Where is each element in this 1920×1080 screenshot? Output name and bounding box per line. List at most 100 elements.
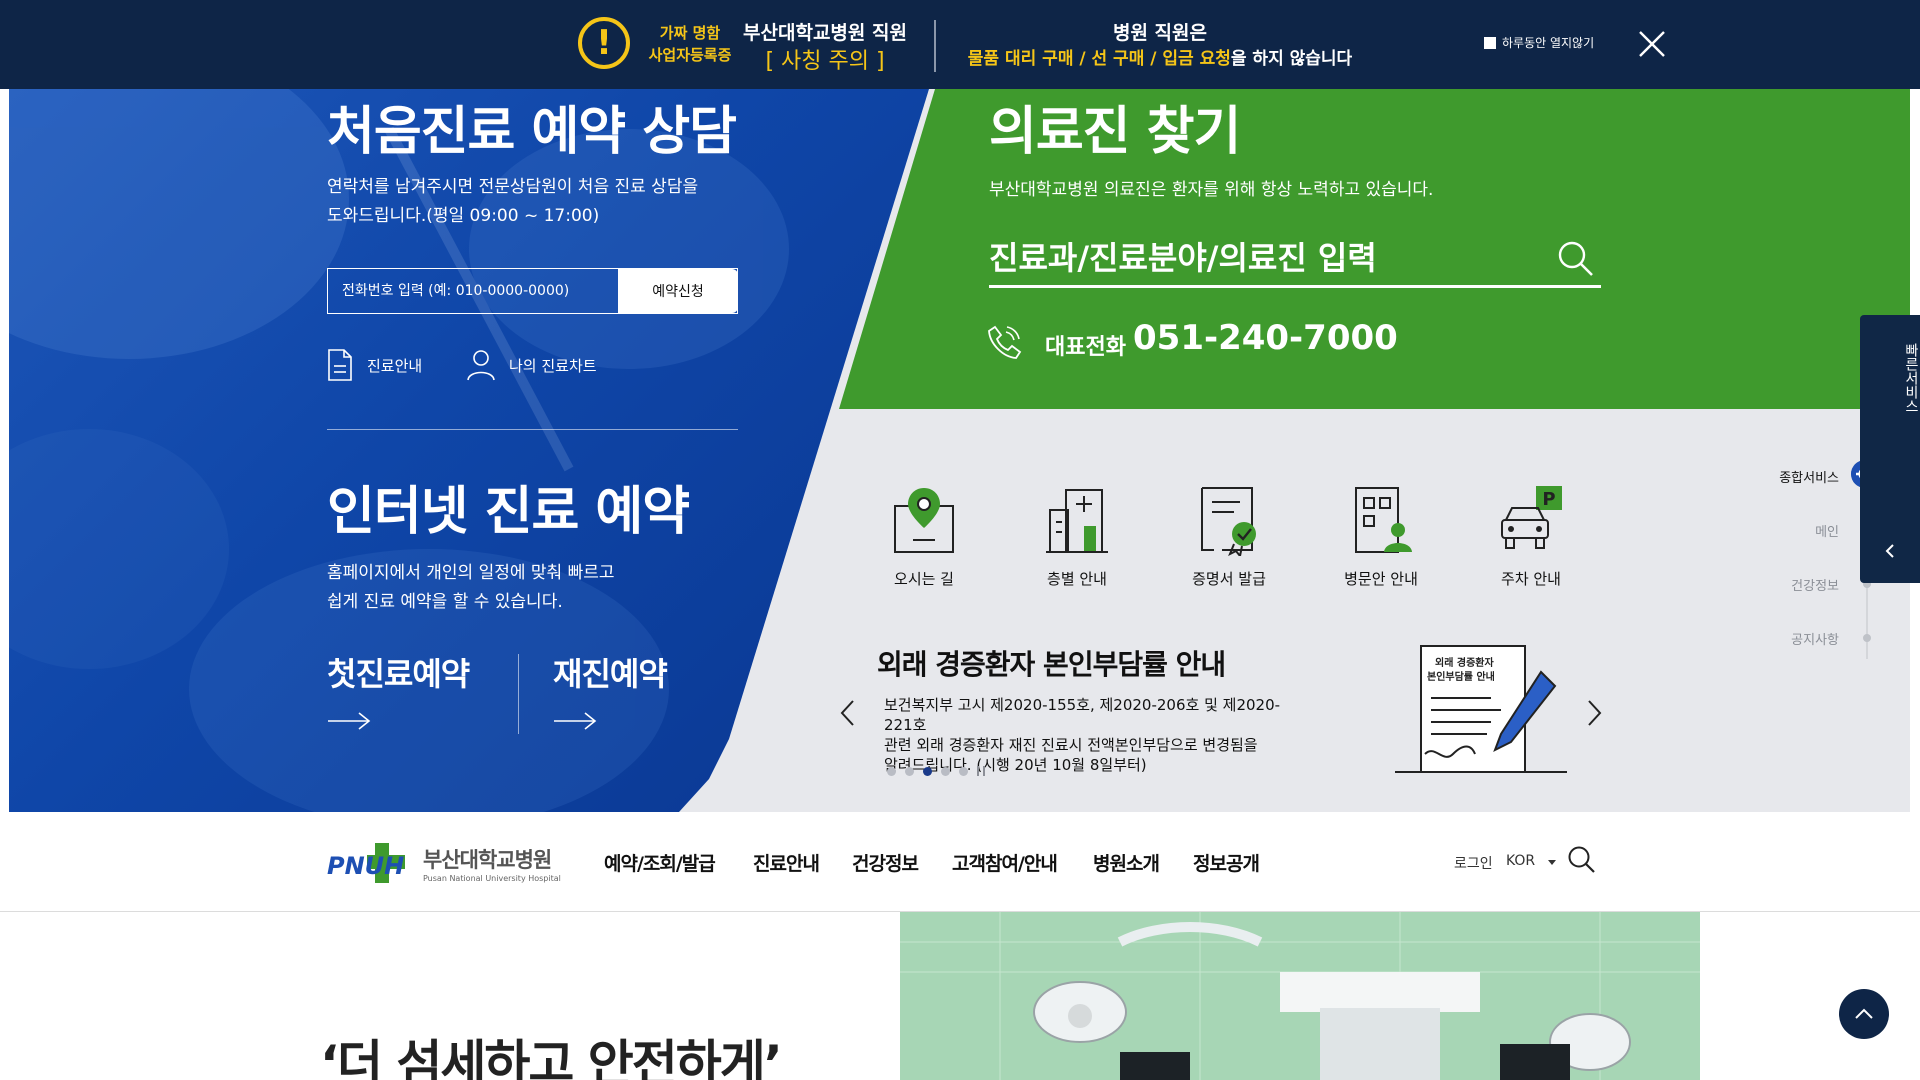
my-chart-link[interactable]: 나의 진료차트: [467, 345, 597, 385]
pnuh-logo-mark: PNUH: [327, 843, 405, 883]
certificate-service[interactable]: 증명서 발급: [1174, 484, 1284, 589]
parking-guide-service[interactable]: P 주차 안내: [1476, 484, 1586, 589]
first-appointment-label: 첫진료예약: [327, 655, 470, 693]
section-navigator: 종합서비스 메인 건강정보 공지사항: [1709, 459, 1879, 669]
internet-reservation-description: 홈페이지에서 개인의 일정에 맞춰 빠르고 쉽게 진료 예약을 할 수 있습니다…: [327, 559, 687, 617]
hero-section: 처음진료 예약 상담 연락처를 남겨주시면 전문상담원이 처음 진료 상담을 도…: [9, 89, 1910, 812]
nav-reservation[interactable]: 예약/조회/발급: [604, 849, 716, 876]
carousel-dot-active[interactable]: [923, 766, 932, 776]
reserve-request-button[interactable]: 예약신청: [618, 269, 738, 313]
main-navigation: PNUH 부산대학교병원 Pusan National University H…: [0, 812, 1920, 912]
notice-document-illustration: 외래 경증환자 본인부담률 안내: [1395, 645, 1567, 773]
phone-call-icon: [988, 325, 1022, 359]
return-appointment-label: 재진예약: [553, 655, 668, 693]
warning-title: 병원 직원은: [1112, 22, 1207, 44]
appointment-divider: [518, 654, 519, 734]
search-icon[interactable]: [1566, 844, 1596, 874]
carousel-dot[interactable]: [905, 766, 914, 776]
close-icon[interactable]: [1636, 28, 1668, 60]
hospital-visit-icon: [1355, 487, 1412, 553]
return-appointment-button[interactable]: 재진예약: [553, 649, 668, 735]
notice-description: 보건복지부 고시 제2020-155호, 제2020-206호 및 제2020-…: [884, 695, 1304, 775]
location-pin-icon: [894, 488, 954, 553]
first-visit-desc-line2: 도와드립니다.(평일 09:00 ~ 17:00): [327, 206, 600, 226]
main-phone-label: 대표전화: [1045, 335, 1126, 360]
warning-exclamation-icon: !: [578, 17, 630, 69]
first-visit-desc-line1: 연락처를 남겨주시면 전문상담원이 처음 진료 상담을: [327, 177, 699, 197]
section-nav-health[interactable]: 건강정보: [1791, 575, 1839, 594]
operating-room-photo: [900, 912, 1700, 1080]
warning-tag: 가짜 명함 사업자등록증: [642, 22, 738, 66]
care-guide-label: 진료안내: [367, 356, 423, 375]
notice-title[interactable]: 외래 경증환자 본인부담률 안내: [877, 643, 1226, 683]
carousel-dot[interactable]: [941, 766, 950, 776]
my-chart-label: 나의 진료차트: [509, 356, 597, 375]
nav-about[interactable]: 병원소개: [1093, 849, 1160, 876]
quick-service-label: 빠른서비스: [1903, 343, 1919, 413]
notice-desc-line2: 관련 외래 경증환자 재진 진료시 전액본인부담으로 변경됨을: [884, 736, 1258, 754]
hero-divider: [327, 429, 738, 430]
pause-icon[interactable]: [977, 766, 985, 776]
nav-care-guide[interactable]: 진료안내: [753, 849, 820, 876]
certificate-label: 증명서 발급: [1192, 570, 1266, 588]
document-icon: [328, 349, 352, 381]
back-to-top-button[interactable]: [1839, 989, 1889, 1039]
illustration-text-line2: 본인부담률 안내: [1427, 670, 1495, 683]
banner-divider: [934, 20, 936, 72]
language-select[interactable]: KOR: [1506, 853, 1535, 869]
section-nav-main[interactable]: 메인: [1815, 521, 1839, 540]
dismiss-today-label[interactable]: 하루동안 열지않기: [1502, 34, 1594, 51]
warning-caution-text: [ 사칭 주의 ]: [765, 49, 885, 74]
first-visit-description: 연락처를 남겨주시면 전문상담원이 처음 진료 상담을 도와드립니다.(평일 0…: [327, 173, 747, 231]
parking-guide-label: 주차 안내: [1501, 570, 1561, 588]
first-appointment-button[interactable]: 첫진료예약: [327, 649, 470, 735]
doctor-search-input[interactable]: [989, 232, 1529, 284]
section-nav-dot[interactable]: [1863, 634, 1871, 642]
doctor-search-description: 부산대학교병원 의료진은 환자를 위해 항상 노력하고 있습니다.: [989, 180, 1434, 200]
consult-form: 예약신청: [327, 268, 738, 314]
nav-disclosure[interactable]: 정보공개: [1193, 849, 1260, 876]
warning-staff-text: 부산대학교병원 직원: [743, 22, 907, 44]
floor-guide-label: 층별 안내: [1047, 570, 1107, 588]
warning-tag-line1: 가짜 명함: [659, 24, 721, 42]
dismiss-today-checkbox[interactable]: [1484, 37, 1496, 49]
notice-desc-line1: 보건복지부 고시 제2020-155호, 제2020-206호 및 제2020-…: [884, 696, 1281, 734]
arrow-right-icon: [328, 712, 371, 730]
visitor-guide-label: 병문안 안내: [1344, 570, 1418, 588]
section-nav-services[interactable]: 종합서비스: [1779, 467, 1839, 486]
internet-reservation-title: 인터넷 진료 예약: [327, 482, 690, 542]
phone-number-input[interactable]: [328, 269, 618, 313]
caret-down-icon[interactable]: [1548, 860, 1556, 865]
chevron-left-icon[interactable]: [837, 697, 859, 729]
search-icon[interactable]: [1555, 238, 1595, 278]
nav-customer[interactable]: 고객참여/안내: [952, 849, 1058, 876]
warning-tag-line2: 사업자등록증: [648, 46, 732, 64]
carousel-dot[interactable]: [887, 766, 896, 776]
chevron-left-icon: [1885, 544, 1894, 558]
login-link[interactable]: 로그인: [1454, 853, 1493, 873]
chevron-right-icon[interactable]: [1583, 697, 1605, 729]
operating-room-illustration: [900, 912, 1700, 1080]
carousel-pagination: [887, 766, 985, 776]
doctor-search-title: 의료진 찾기: [989, 102, 1241, 162]
section-nav-notice[interactable]: 공지사항: [1791, 629, 1839, 648]
internet-desc-line2: 쉽게 진료 예약을 할 수 있습니다.: [327, 592, 563, 612]
warning-body-rest: 을 하지 않습니다: [1230, 49, 1353, 69]
carousel-dot[interactable]: [959, 766, 968, 776]
directions-service[interactable]: 오시는 길: [869, 484, 979, 589]
nav-health-info[interactable]: 건강정보: [852, 849, 919, 876]
person-icon: [467, 350, 495, 381]
warning-body-highlight: 물품 대리 구매 / 선 구매 / 입금 요청: [967, 49, 1231, 69]
warning-body: 물품 대리 구매 / 선 구매 / 입금 요청을 하지 않습니다: [950, 44, 1370, 69]
care-guide-link[interactable]: 진료안내: [327, 345, 422, 385]
building-icon: [1046, 489, 1108, 553]
main-phone-number[interactable]: 051-240-7000: [1133, 318, 1398, 358]
first-visit-title: 처음진료 예약 상담: [327, 102, 737, 162]
quick-service-tab[interactable]: 빠른서비스: [1860, 315, 1920, 583]
visitor-guide-service[interactable]: 병문안 안내: [1326, 484, 1436, 589]
directions-label: 오시는 길: [894, 570, 954, 588]
svg-text:P: P: [1542, 489, 1555, 510]
certificate-icon: [1201, 487, 1256, 556]
hospital-logo[interactable]: PNUH 부산대학교병원 Pusan National University H…: [327, 840, 567, 886]
floor-guide-service[interactable]: 층별 안내: [1022, 484, 1132, 589]
